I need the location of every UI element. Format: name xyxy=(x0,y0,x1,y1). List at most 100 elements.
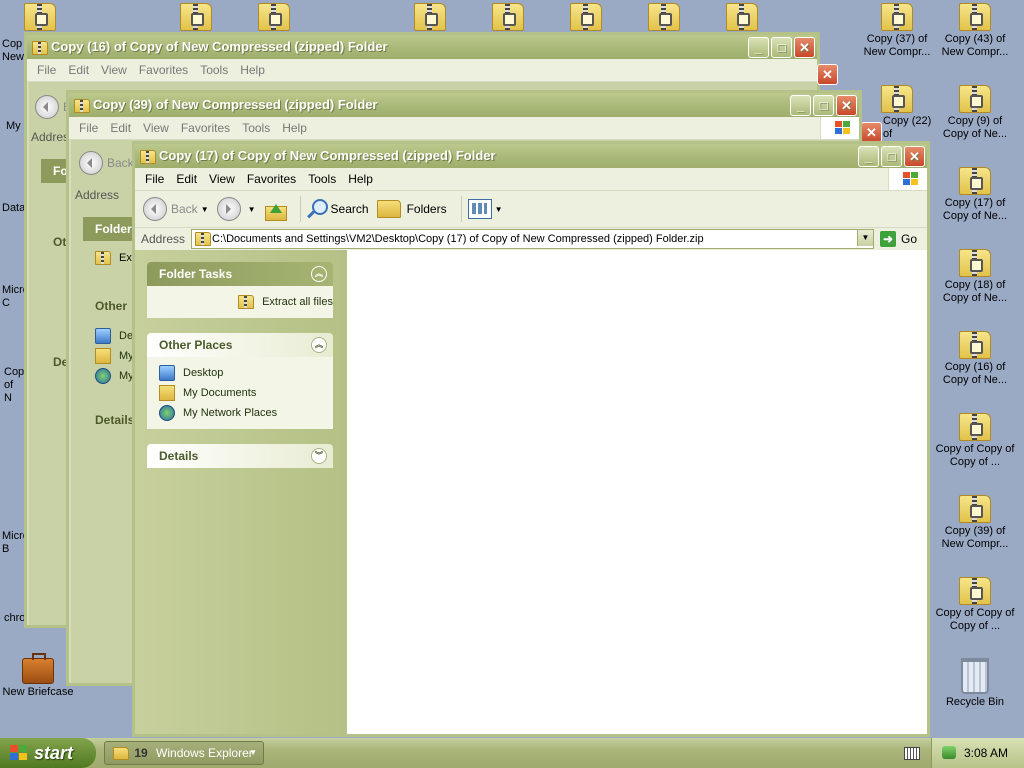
zip-folder-icon[interactable] xyxy=(24,3,56,31)
menu-help[interactable]: Help xyxy=(342,172,379,186)
other-places-header[interactable]: Other Places ︽ xyxy=(147,333,333,357)
maximize-button[interactable]: □ xyxy=(771,37,792,58)
desktop-icon-copy-18[interactable]: Copy (18) of Copy of Ne... xyxy=(935,249,1015,305)
menu-tools[interactable]: Tools xyxy=(302,172,342,186)
maximize-button[interactable]: □ xyxy=(881,146,902,167)
extract-link[interactable]: Ext xyxy=(95,251,135,265)
folders-button[interactable]: Folders xyxy=(376,200,447,218)
up-folder-icon[interactable] xyxy=(264,198,287,221)
folder-tasks-header[interactable]: Folder Tasks ︽ xyxy=(147,262,333,286)
menu-tools[interactable]: Tools xyxy=(194,63,234,77)
window-title: Copy (17) of Copy of New Compressed (zip… xyxy=(159,148,496,163)
desktop-icon-label: Copy (9) of Copy of Ne... xyxy=(942,115,1008,140)
desktop-label-left: Micro B xyxy=(2,530,24,555)
menu-view[interactable]: View xyxy=(137,121,175,135)
extract-all-files-link[interactable]: Extract all files xyxy=(159,292,333,312)
desktop-label-left: Micro C xyxy=(2,284,24,309)
desktop-label-left: Cop New xyxy=(2,38,24,63)
close-button[interactable]: ✕ xyxy=(861,122,882,143)
back-arrow-icon[interactable] xyxy=(79,151,103,175)
go-button[interactable]: ➜ Go xyxy=(879,231,917,247)
desktop-icon-copy-37[interactable]: Copy (37) of New Compr... xyxy=(857,3,937,59)
zip-folder-icon[interactable] xyxy=(414,3,446,31)
zip-folder-icon[interactable] xyxy=(258,3,290,31)
title-bar[interactable]: Copy (39) of New Compressed (zipped) Fol… xyxy=(69,93,859,117)
close-button[interactable]: ✕ xyxy=(817,64,838,85)
explorer-window-main[interactable]: Copy (17) of Copy of New Compressed (zip… xyxy=(132,141,930,737)
folder-icon xyxy=(376,200,401,218)
taskbar-group-windows-explorer[interactable]: 19 Windows Explorer ▼ xyxy=(104,741,264,765)
zip-folder-icon xyxy=(74,99,90,113)
link-desktop[interactable]: De xyxy=(95,326,134,346)
views-button[interactable]: ▼ xyxy=(467,199,503,219)
network-tray-icon[interactable] xyxy=(942,746,956,759)
other-places-header: Other xyxy=(95,299,128,313)
search-button[interactable]: Search xyxy=(307,199,369,219)
chevron-down-icon: ▼ xyxy=(494,204,503,214)
zip-folder-icon[interactable] xyxy=(648,3,680,31)
chevron-up-icon[interactable]: ︽ xyxy=(311,337,327,353)
menu-tools[interactable]: Tools xyxy=(236,121,276,135)
details-header[interactable]: Details ︾ xyxy=(147,444,333,468)
maximize-button[interactable]: □ xyxy=(813,95,834,116)
link-my-network-places[interactable]: My Network Places xyxy=(159,403,333,423)
minimize-button[interactable]: _ xyxy=(748,37,769,58)
close-button[interactable]: ✕ xyxy=(904,146,925,167)
details-panel: Details ︾ xyxy=(147,444,333,468)
desktop-icon-copy-16[interactable]: Copy (16) of Copy of Ne... xyxy=(935,331,1015,387)
menu-bar: File Edit View Favorites Tools Help xyxy=(27,59,817,82)
menu-view[interactable]: View xyxy=(203,172,241,186)
desktop-icon-copy-9[interactable]: Copy (9) of Copy of Ne... xyxy=(935,85,1015,141)
title-bar[interactable]: Copy (17) of Copy of New Compressed (zip… xyxy=(135,144,927,168)
zip-folder-icon xyxy=(959,249,991,277)
clock[interactable]: 3:08 AM xyxy=(964,738,1008,768)
zip-folder-icon[interactable] xyxy=(180,3,212,31)
menu-help[interactable]: Help xyxy=(276,121,313,135)
desktop-icon-copy-17[interactable]: Copy (17) of Copy of Ne... xyxy=(935,167,1015,223)
close-button[interactable]: ✕ xyxy=(836,95,857,116)
menu-favorites[interactable]: Favorites xyxy=(133,63,194,77)
address-input[interactable]: C:\Documents and Settings\VM2\Desktop\Co… xyxy=(191,229,874,249)
menu-edit[interactable]: Edit xyxy=(104,121,137,135)
menu-edit[interactable]: Edit xyxy=(170,172,203,186)
menu-file[interactable]: File xyxy=(31,63,62,77)
zip-folder-icon[interactable] xyxy=(726,3,758,31)
desktop-icon-copy-of-copy-1[interactable]: Copy of Copy of Copy of ... xyxy=(935,413,1015,469)
file-list-area[interactable] xyxy=(347,250,927,734)
menu-view[interactable]: View xyxy=(95,63,133,77)
link-desktop[interactable]: Desktop xyxy=(159,363,333,383)
chevron-up-icon[interactable]: ︽ xyxy=(311,266,327,282)
desktop-icon-copy-43[interactable]: Copy (43) of New Compr... xyxy=(935,3,1015,59)
minimize-button[interactable]: _ xyxy=(858,146,879,167)
window-title: Copy (16) of Copy of New Compressed (zip… xyxy=(51,39,388,54)
link-my-documents[interactable]: My xyxy=(95,346,134,366)
menu-favorites[interactable]: Favorites xyxy=(175,121,236,135)
desktop-icon-recycle-bin[interactable]: Recycle Bin xyxy=(935,658,1015,709)
toolbar: Back ▼ ▼ Search Folders ▼ xyxy=(135,191,927,228)
chevron-down-icon[interactable]: ︾ xyxy=(311,448,327,464)
back-button[interactable]: Back ▼ xyxy=(143,197,209,221)
desktop-icon xyxy=(159,365,175,381)
link-my-network[interactable]: My xyxy=(95,366,134,386)
zip-folder-icon xyxy=(959,85,991,113)
keyboard-icon[interactable] xyxy=(904,747,920,760)
title-bar[interactable]: Copy (16) of Copy of New Compressed (zip… xyxy=(27,35,817,59)
desktop-icon-copy-39[interactable]: Copy (39) of New Compr... xyxy=(935,495,1015,551)
forward-button[interactable]: ▼ xyxy=(216,197,256,221)
menu-file[interactable]: File xyxy=(73,121,104,135)
zip-folder-icon[interactable] xyxy=(492,3,524,31)
close-button[interactable]: ✕ xyxy=(794,37,815,58)
desktop-icon-label: Copy (39) of New Compr... xyxy=(941,525,1009,550)
back-arrow-icon[interactable] xyxy=(35,95,59,119)
desktop-icon-copy-of-copy-2[interactable]: Copy of Copy of Copy of ... xyxy=(935,577,1015,633)
minimize-button[interactable]: _ xyxy=(790,95,811,116)
start-button[interactable]: start xyxy=(0,738,96,768)
chevron-down-icon[interactable]: ▼ xyxy=(856,230,873,246)
desktop-icon-label: Copy (43) of New Compr... xyxy=(941,33,1009,58)
menu-edit[interactable]: Edit xyxy=(62,63,95,77)
menu-file[interactable]: File xyxy=(139,172,170,186)
zip-folder-icon[interactable] xyxy=(570,3,602,31)
menu-favorites[interactable]: Favorites xyxy=(241,172,302,186)
link-my-documents[interactable]: My Documents xyxy=(159,383,333,403)
menu-help[interactable]: Help xyxy=(234,63,271,77)
